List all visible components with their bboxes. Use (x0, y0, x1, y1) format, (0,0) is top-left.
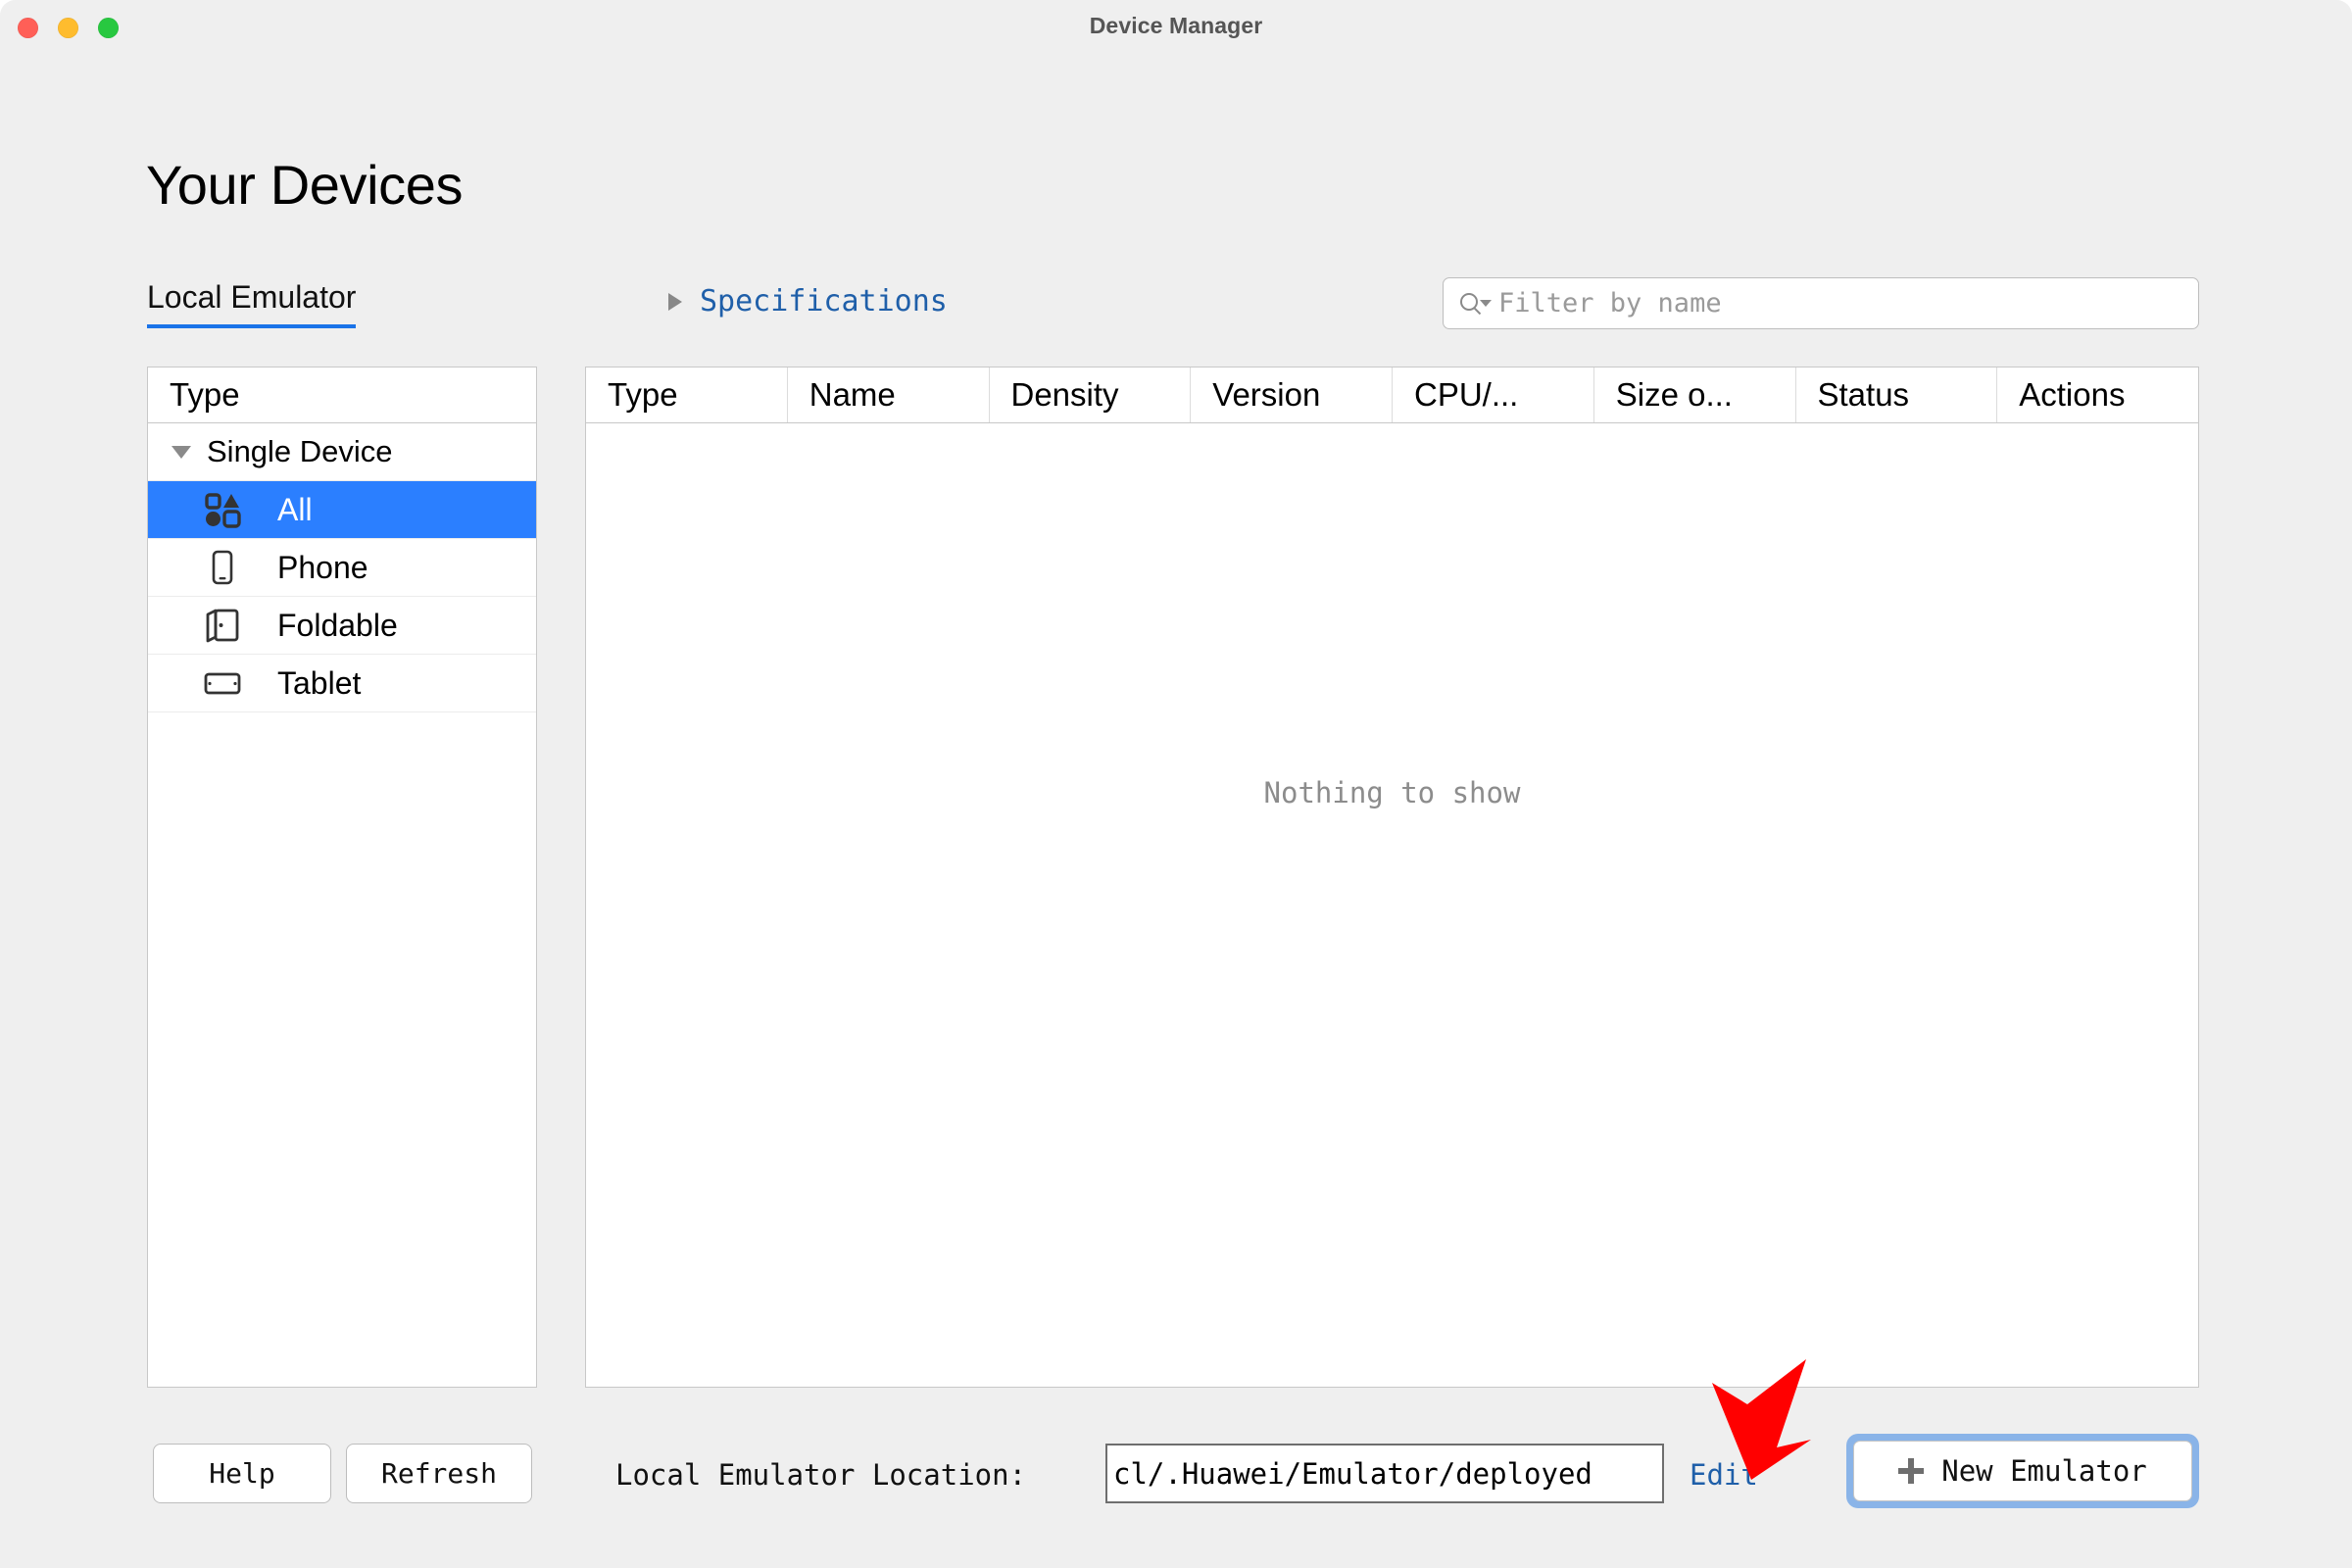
refresh-button[interactable]: Refresh (346, 1444, 532, 1503)
filter-field[interactable] (1443, 277, 2199, 329)
sidebar-item-tablet[interactable]: Tablet (148, 655, 536, 712)
foldable-icon (203, 606, 242, 645)
column-header-status[interactable]: Status (1796, 368, 1998, 422)
local-emulator-location-label: Local Emulator Location: (615, 1458, 1027, 1492)
specifications-toggle[interactable]: Specifications (668, 284, 948, 318)
plus-icon (1898, 1458, 1925, 1484)
empty-state-message: Nothing to show (1263, 776, 1521, 809)
column-header-actions[interactable]: Actions (1997, 368, 2198, 422)
sidebar-item-phone[interactable]: Phone (148, 539, 536, 597)
annotation-arrow-icon (1712, 1359, 1811, 1480)
window-title: Device Manager (1089, 13, 1263, 38)
sidebar-item-foldable[interactable]: Foldable (148, 597, 536, 655)
local-emulator-location-input[interactable] (1105, 1444, 1664, 1503)
search-input[interactable] (1498, 288, 2175, 318)
tab-local-emulator[interactable]: Local Emulator (147, 279, 357, 328)
sidebar-item-label: Tablet (277, 664, 362, 701)
device-manager-window: Device Manager Your Devices Local Emulat… (0, 0, 2352, 1568)
new-emulator-label: New Emulator (1941, 1454, 2147, 1488)
tree-group-label: Single Device (207, 434, 393, 468)
help-button[interactable]: Help (153, 1444, 331, 1503)
type-panel: Type Single Device All Phone Foldable Ta… (147, 367, 537, 1388)
triangle-right-icon (668, 292, 682, 311)
sidebar-item-label: Foldable (277, 607, 398, 643)
page-title: Your Devices (146, 154, 464, 216)
column-header-type[interactable]: Type (586, 368, 788, 422)
column-header-cpu[interactable]: CPU/... (1393, 368, 1594, 422)
tree-group-single-device[interactable]: Single Device (148, 423, 536, 481)
column-header-version[interactable]: Version (1191, 368, 1393, 422)
column-header-size[interactable]: Size o... (1594, 368, 1796, 422)
column-header-name[interactable]: Name (788, 368, 990, 422)
type-panel-header: Type (148, 368, 536, 423)
all-devices-icon (203, 490, 242, 529)
new-emulator-button[interactable]: New Emulator (1846, 1434, 2199, 1508)
sidebar-item-label: All (277, 491, 313, 527)
table-body: Nothing to show (586, 423, 2198, 1387)
table-header-row: Type Name Density Version CPU/... Size o… (586, 368, 2198, 423)
caret-down-icon[interactable] (172, 445, 191, 459)
sidebar-item-label: Phone (277, 549, 368, 585)
tab-bar: Local Emulator (147, 279, 357, 328)
sidebar-item-all[interactable]: All (148, 481, 536, 539)
specifications-label: Specifications (700, 284, 948, 318)
column-header-density[interactable]: Density (990, 368, 1192, 422)
tablet-icon (203, 663, 242, 703)
phone-icon (203, 548, 242, 587)
devices-table-panel: Type Name Density Version CPU/... Size o… (585, 367, 2199, 1388)
search-icon (1459, 291, 1492, 317)
title-bar: Device Manager (0, 0, 2352, 55)
